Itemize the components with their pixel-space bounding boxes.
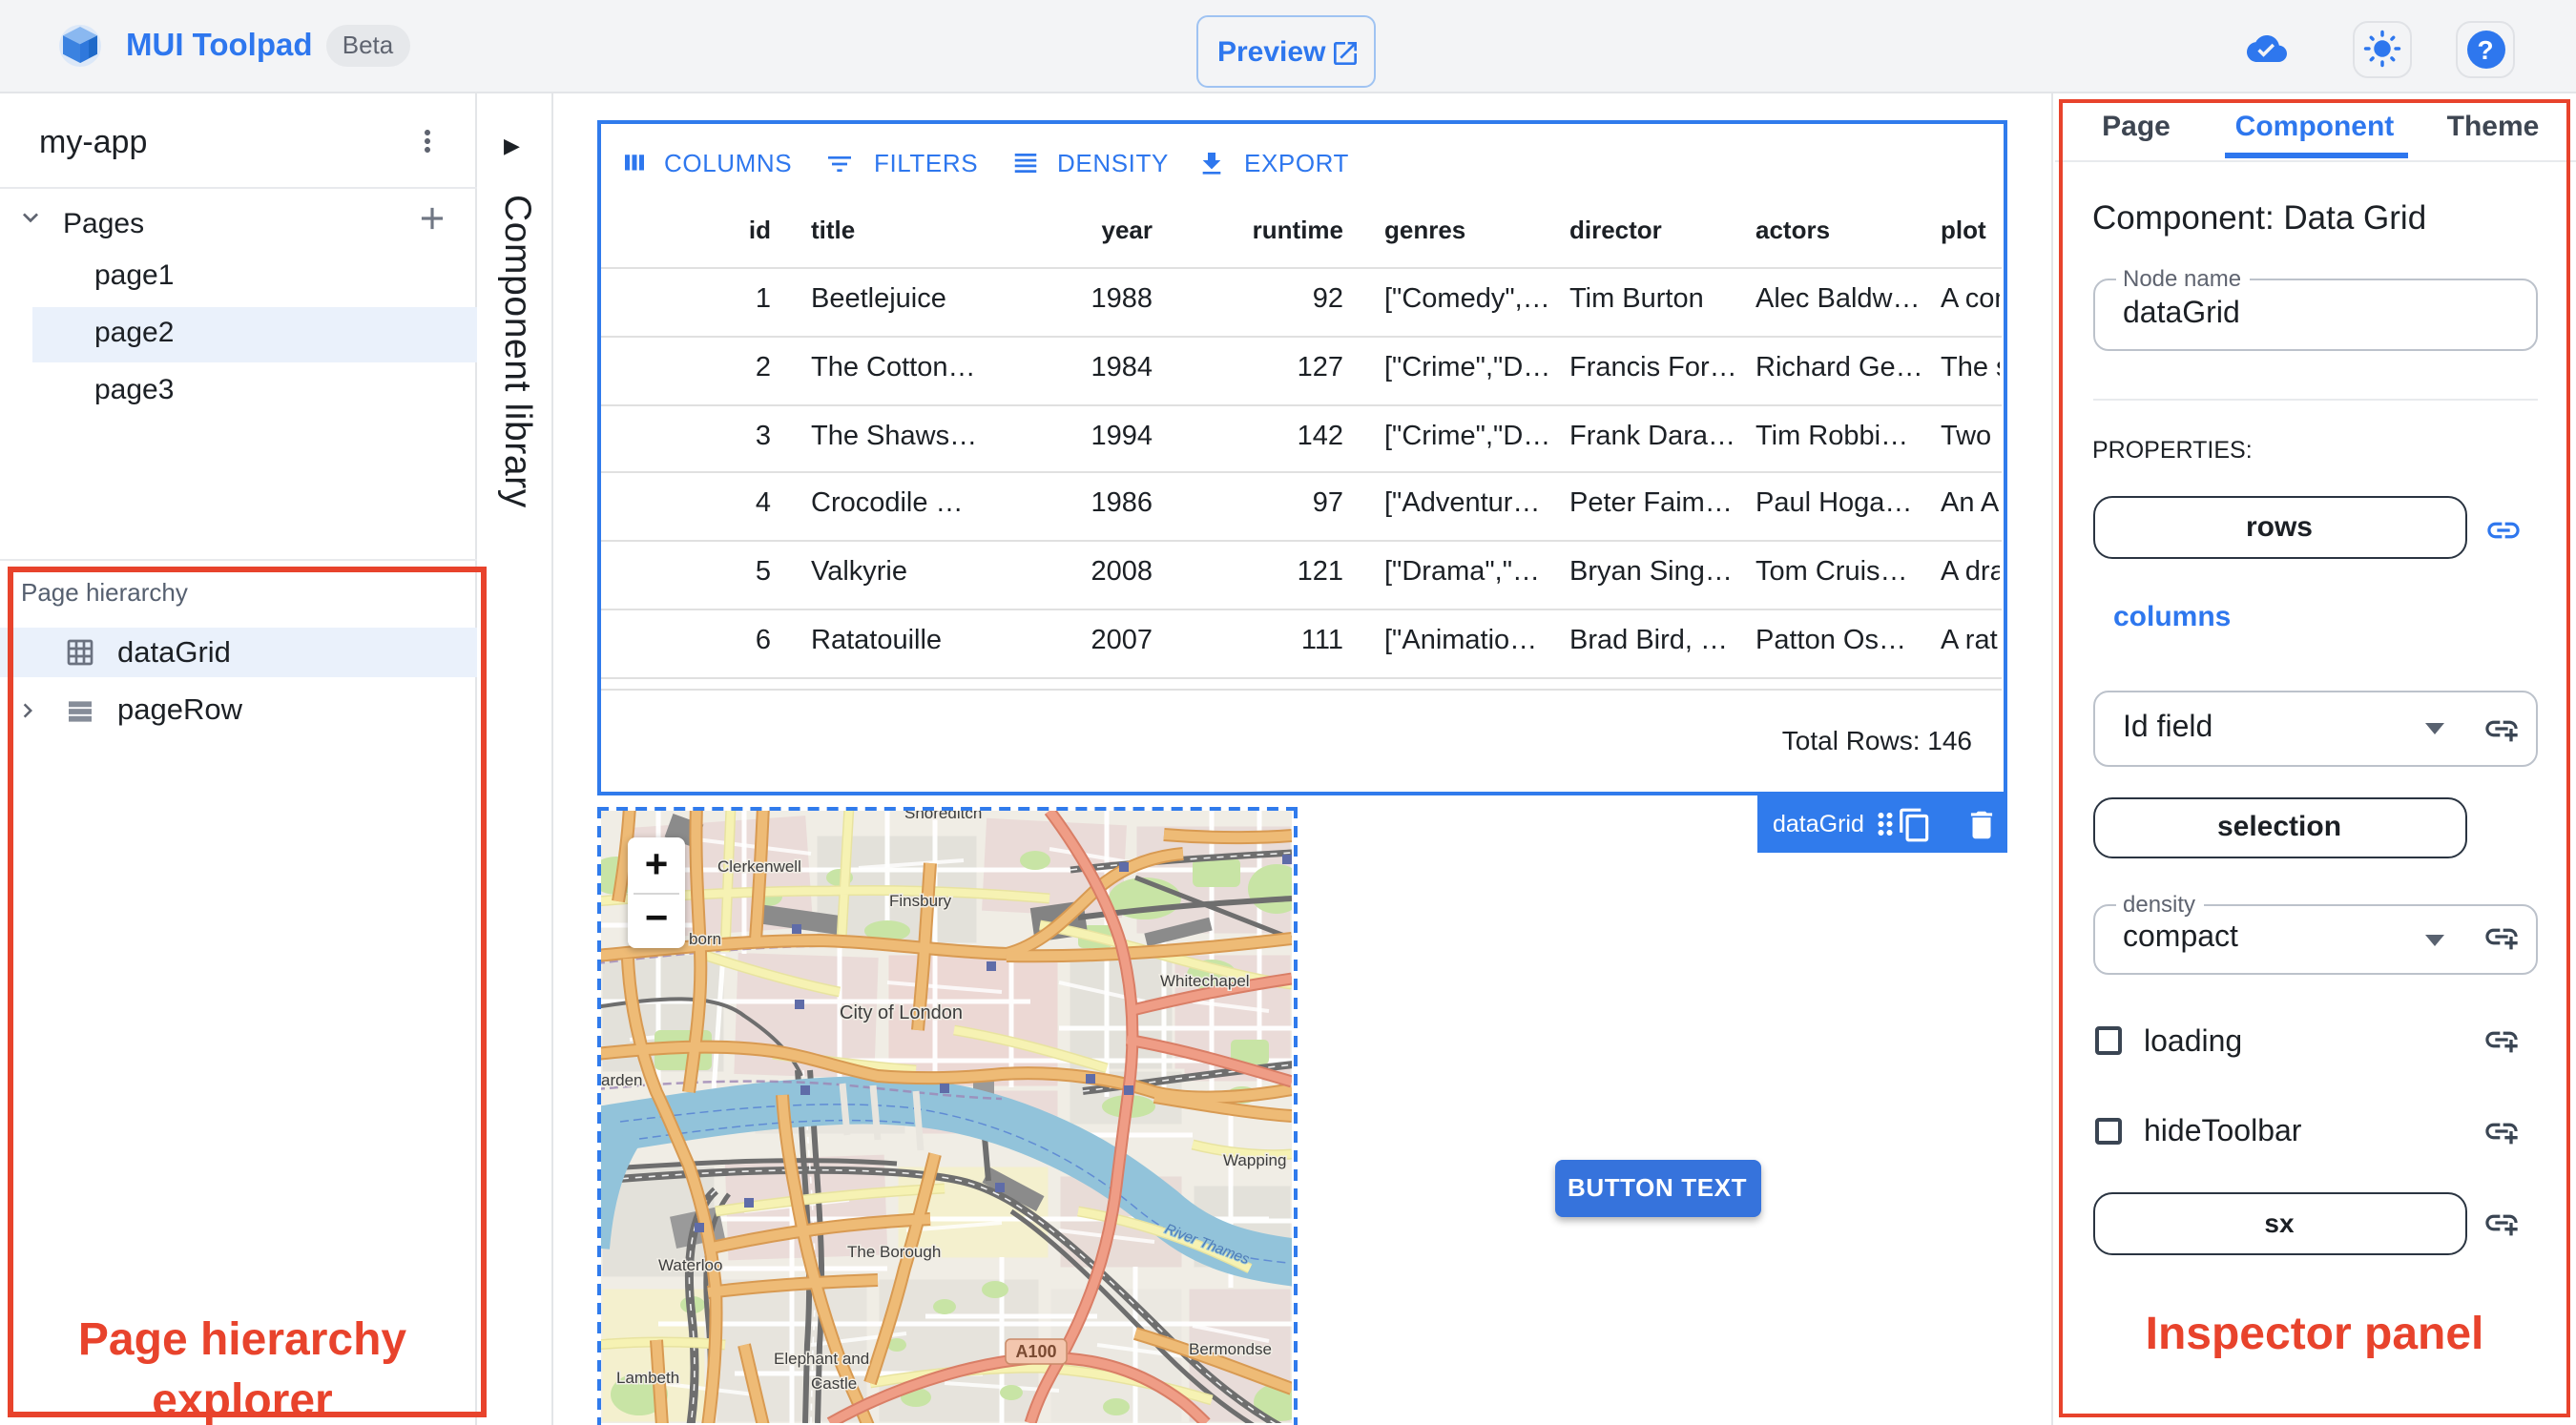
svg-text:The Borough: The Borough — [847, 1242, 941, 1260]
svg-text:Bermondse: Bermondse — [1189, 1339, 1272, 1357]
svg-text:Wapping: Wapping — [1223, 1150, 1286, 1168]
svg-text:Elephant and: Elephant and — [774, 1349, 869, 1367]
svg-text:Waterloo: Waterloo — [658, 1255, 722, 1273]
svg-text:Castle: Castle — [811, 1373, 857, 1392]
svg-text:A100: A100 — [1015, 1341, 1056, 1360]
svg-text:Finsbury: Finsbury — [889, 891, 952, 909]
svg-text:arden: arden — [601, 1070, 642, 1088]
svg-text:Shoreditch: Shoreditch — [904, 810, 982, 821]
svg-text:born: born — [689, 929, 721, 947]
svg-text:Clerkenwell: Clerkenwell — [717, 857, 801, 875]
svg-text:Whitechapel: Whitechapel — [1160, 971, 1250, 989]
svg-text:City of London: City of London — [840, 1002, 963, 1022]
svg-text:Lambeth: Lambeth — [616, 1368, 679, 1386]
